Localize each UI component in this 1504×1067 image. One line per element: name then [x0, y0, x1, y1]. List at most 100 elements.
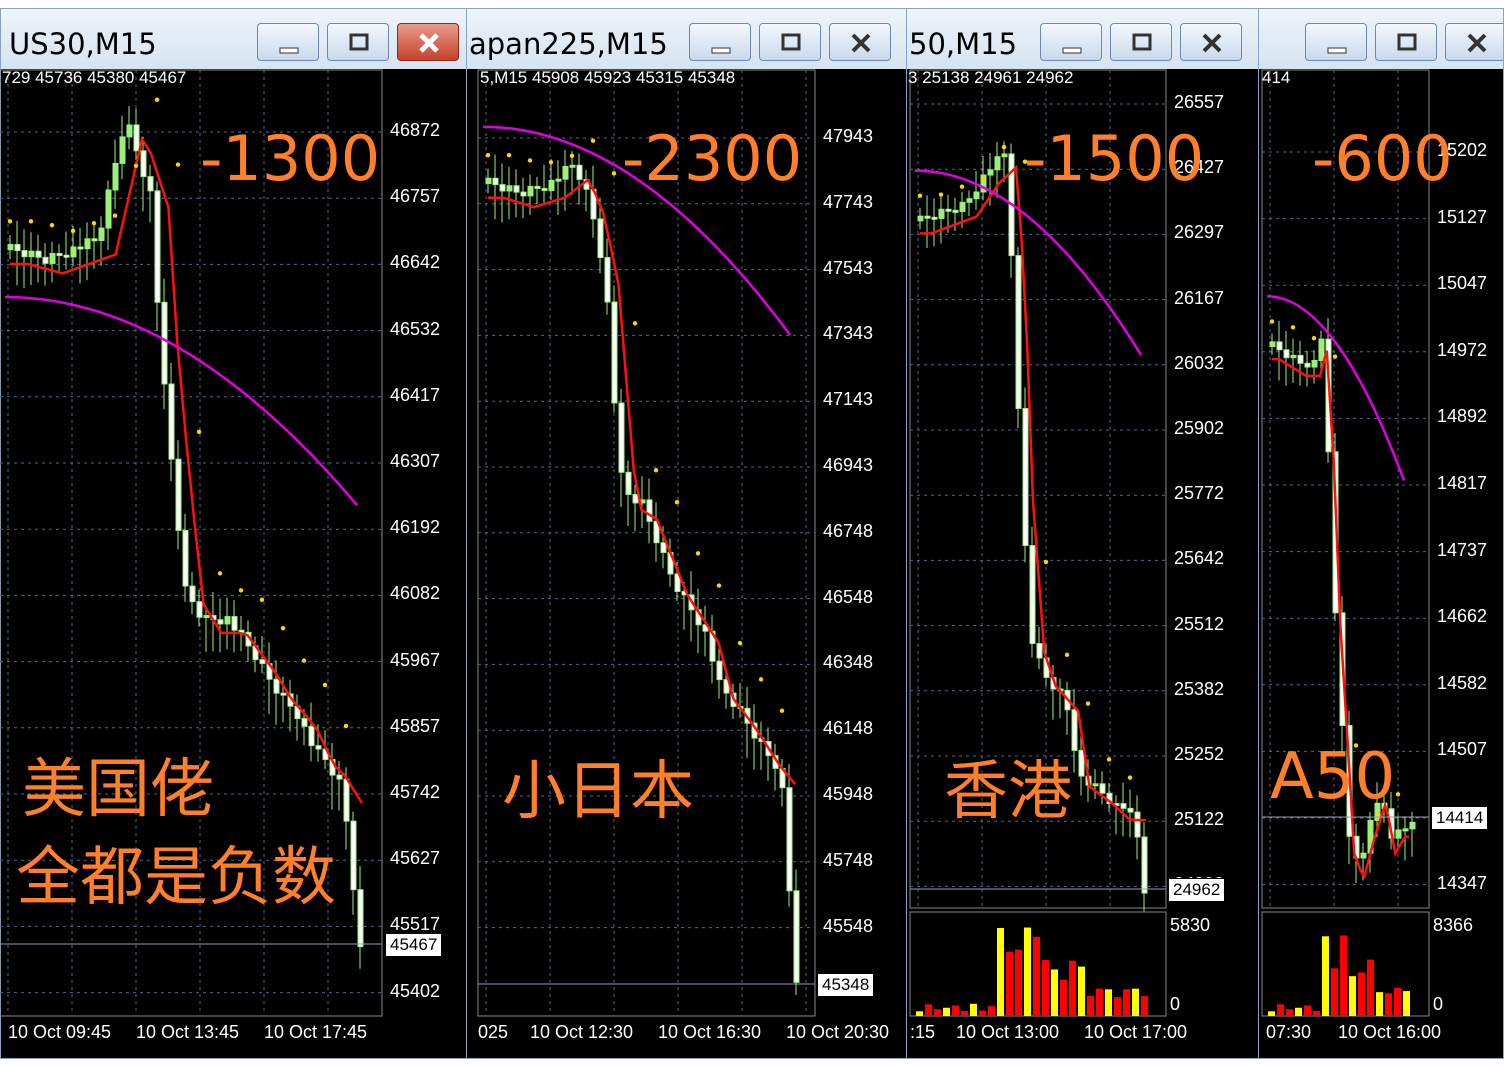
volume-bar: [1295, 1007, 1302, 1016]
candle-body: [175, 458, 182, 531]
sar-dot: [1311, 335, 1317, 341]
candle-body: [987, 169, 994, 176]
candle-body: [1283, 349, 1290, 359]
volume-bar: [1042, 959, 1049, 1016]
volume-bar: [1394, 987, 1401, 1016]
volume-bar: [1078, 966, 1085, 1016]
price-axis-label: 45548: [823, 915, 874, 936]
price-axis-label: 25122: [1174, 809, 1225, 830]
candle-body: [492, 177, 499, 186]
candle-body: [1127, 807, 1134, 813]
price-axis-label: 25772: [1174, 483, 1225, 504]
candle-body: [1304, 362, 1311, 368]
candle-body: [917, 215, 924, 222]
candle-body: [77, 246, 84, 250]
sar-dot: [238, 588, 244, 593]
volume-bar: [1015, 949, 1022, 1016]
note-text: 美国佬: [22, 753, 214, 827]
candle-body: [315, 745, 322, 750]
time-axis-label: 10 Oct 20:30: [786, 1022, 890, 1042]
candle-body: [1015, 255, 1022, 409]
sar-dot: [70, 228, 76, 234]
candle-body: [959, 201, 966, 212]
price-axis-label: 25642: [1174, 548, 1225, 569]
volume-bar: [1033, 936, 1040, 1016]
sar-dot: [259, 597, 265, 602]
candle-body: [1099, 783, 1106, 794]
volume-bar: [997, 927, 1004, 1016]
candle-body: [1134, 811, 1141, 838]
candle-body: [56, 253, 63, 257]
price-axis-label: 45748: [823, 849, 874, 870]
sar-dot: [980, 176, 986, 181]
time-axis-label: 10 Oct 16:00: [1338, 1022, 1442, 1042]
sar-dot: [1127, 775, 1133, 780]
candle-body: [1092, 783, 1099, 787]
sar-dot: [1064, 652, 1070, 658]
candle-body: [231, 616, 238, 631]
price-axis-label: 26167: [1174, 287, 1225, 308]
sar-dot: [343, 723, 349, 729]
price-axis-label: 25382: [1174, 678, 1225, 699]
price-axis-label: 14507: [1437, 739, 1488, 760]
sar-dot: [1332, 354, 1338, 359]
volume-bar: [952, 1005, 959, 1016]
candle-body: [259, 659, 266, 665]
volume-bar: [1403, 991, 1410, 1016]
candle-body: [168, 383, 175, 460]
price-axis-label: 46148: [823, 718, 874, 739]
candle-body: [1318, 338, 1325, 362]
candle-body: [203, 615, 210, 619]
price-axis-label: 25512: [1174, 613, 1225, 634]
volume-bar: [1349, 976, 1356, 1016]
sar-dot: [1269, 319, 1275, 324]
price-axis-label: 46757: [390, 186, 441, 207]
volume-bar: [961, 1010, 968, 1016]
price-axis-label: 14737: [1437, 539, 1488, 560]
candle-body: [506, 185, 513, 192]
note-text: 全都是负数: [16, 841, 336, 915]
candle-body: [1001, 153, 1008, 158]
candle-body: [1297, 354, 1304, 364]
candle-body: [7, 243, 14, 251]
candle-body: [548, 179, 555, 191]
candle-body: [562, 165, 569, 180]
candle-body: [105, 189, 112, 229]
price-axis-label: 47543: [823, 257, 874, 278]
candle-body: [301, 718, 308, 727]
price-axis-label: 14582: [1437, 672, 1488, 693]
candle-body: [520, 191, 527, 197]
price-axis-label: 14892: [1437, 406, 1488, 427]
sar-dot: [548, 160, 554, 165]
candle-body: [924, 215, 931, 219]
ohlc-readout: 3 25138 24961 24962: [908, 68, 1074, 87]
candle-body: [1071, 709, 1078, 751]
candle-body: [140, 150, 147, 178]
candle-body: [660, 542, 667, 554]
price-axis-label: 25902: [1174, 418, 1225, 438]
price-axis-label: 46348: [823, 652, 874, 673]
candle-body: [994, 156, 1001, 171]
candle-body: [1078, 749, 1085, 777]
volume-bar: [1268, 1011, 1275, 1016]
time-axis-label: 10 Oct 13:45: [136, 1022, 240, 1042]
volume-bar: [1096, 988, 1103, 1016]
sar-dot: [217, 571, 223, 576]
candle-body: [357, 889, 364, 948]
candle-body: [597, 218, 604, 259]
price-axis-label: 45742: [390, 782, 441, 802]
candle-body: [14, 243, 21, 252]
sar-dot: [1290, 325, 1296, 330]
price-axis-label: 14662: [1437, 606, 1488, 627]
ma-fast-line: [10, 135, 364, 804]
candle-body: [98, 227, 105, 241]
volume-axis-label: 5830: [1170, 915, 1211, 935]
candle-body: [70, 246, 77, 258]
volume-bar: [1304, 1005, 1311, 1016]
volume-bar: [1358, 972, 1365, 1016]
sar-dot: [133, 163, 139, 168]
price-axis-label: 26297: [1174, 222, 1225, 243]
price-axis-label: 26032: [1174, 352, 1225, 373]
sar-dot: [737, 640, 743, 646]
candle-body: [84, 238, 91, 250]
